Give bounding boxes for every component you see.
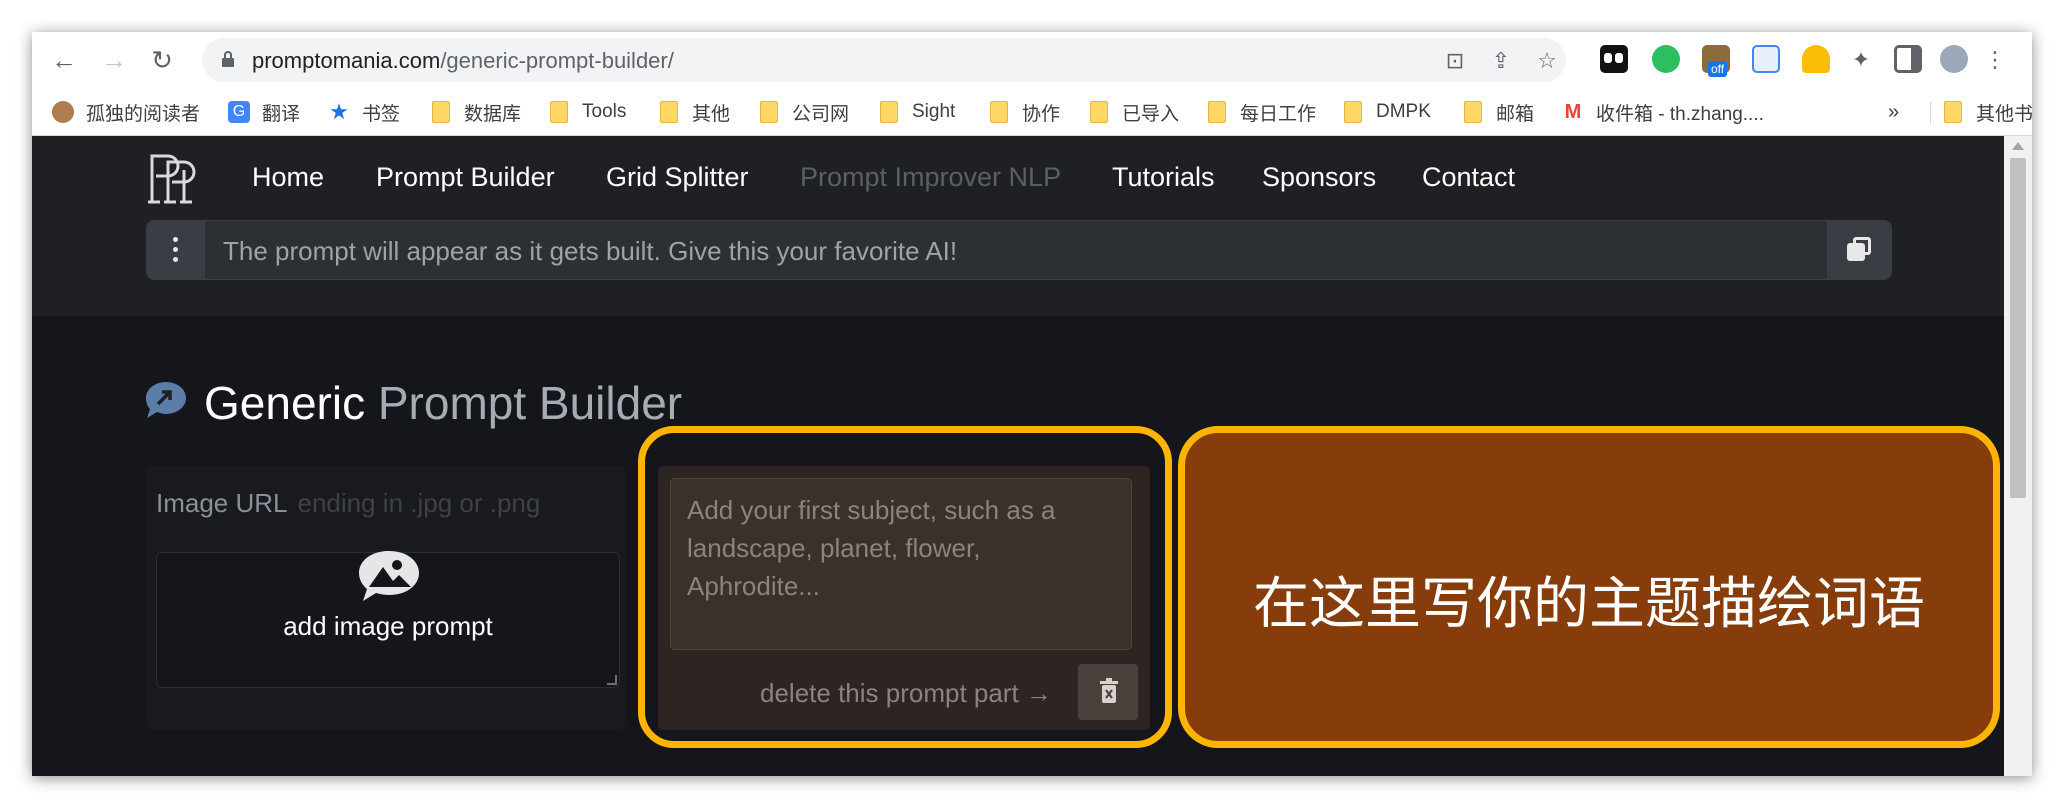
bookmark-label: 协作 [1022,103,1061,125]
reload-icon[interactable]: ↻ [144,42,180,78]
add-image-prompt-button[interactable]: add image prompt [156,551,620,688]
bookmark-label: 孤独的阅读者 [86,103,201,125]
image-url-label: Image URL ending in .jpg or .png [156,488,541,518]
page-scrollbar[interactable] [2004,136,2032,776]
page-content: Home Prompt Builder Grid Splitter Prompt… [32,136,2004,776]
bookmark-item[interactable]: M 收件箱 - th.zhang.... [1562,100,1764,125]
nav-sponsors[interactable]: Sponsors [1262,162,1376,193]
browser-toolbar: ← → ↻ promptomania.com/generic-prompt-bu… [32,32,2032,88]
nav-prompt-builder[interactable]: Prompt Builder [376,162,555,193]
extensions-puzzle-icon[interactable]: ✦ [1848,47,1874,73]
folder-icon [1344,101,1362,123]
bookmark-label: Sight [912,101,956,122]
folder-icon [1208,101,1226,123]
prompt-output-bar[interactable]: The prompt will appear as it gets built.… [146,220,1892,280]
forward-icon[interactable]: → [96,42,132,78]
bookmark-folder[interactable]: DMPK [1344,100,1431,124]
other-bookmarks-folder[interactable]: 其他书签 [1944,100,2032,125]
gmail-icon: M [1564,101,1582,123]
bookmark-folder[interactable]: 邮箱 [1464,100,1535,125]
annotation-callout: 在这里写你的主题描绘词语 [1178,426,2000,748]
page-title: Generic Prompt Builder [204,377,683,429]
bookmark-item[interactable]: 孤独的阅读者 [52,100,201,125]
docs-icon[interactable] [1752,45,1780,73]
nav-prompt-improver[interactable]: Prompt Improver NLP [800,162,1061,193]
evernote-icon[interactable] [1652,45,1680,73]
bookmark-label: 其他书签 [1976,103,2032,125]
bookmarks-bar: 孤独的阅读者 G 翻译 ★ 书签 数据库 Tools 其他 公司网 Sight 协作… [32,88,2032,136]
translate-icon: G [228,101,250,123]
folder-icon [1944,101,1962,123]
folder-icon [1090,101,1108,123]
bookmark-star-icon[interactable]: ☆ [1534,48,1560,74]
folder-icon [1464,101,1482,123]
profile-avatar[interactable] [1940,45,1968,73]
bookmark-label: 其他 [692,103,731,125]
nav-contact[interactable]: Contact [1422,162,1515,193]
folder-icon [760,101,778,123]
bookmark-label: Tools [582,101,627,122]
bookmark-folder[interactable]: Tools [550,100,626,124]
bookmark-folder[interactable]: 其他 [660,100,731,125]
bookmarks-separator [1930,102,1931,124]
bookmark-folder[interactable]: 每日工作 [1208,100,1317,125]
extension-icon-1[interactable] [1600,45,1628,73]
scroll-up-arrow-icon[interactable] [2012,142,2024,150]
bookmark-label: 每日工作 [1240,103,1317,125]
bookmark-item[interactable]: G 翻译 [228,100,301,125]
bookmark-folder[interactable]: 协作 [990,100,1061,125]
bookmark-folder[interactable]: 已导入 [1090,100,1180,125]
promptomania-logo[interactable] [146,148,204,208]
share-icon[interactable]: ⇪ [1488,48,1514,74]
bookmark-label: 邮箱 [1496,103,1535,125]
bookmarks-overflow-button[interactable]: » [1888,100,1899,124]
nav-grid-splitter[interactable]: Grid Splitter [606,162,749,193]
copy-icon[interactable] [1827,221,1891,279]
bookmark-label: DMPK [1376,101,1431,122]
bookmark-label: 书签 [362,103,401,125]
highlight-frame [638,426,1172,748]
prompt-options-button[interactable] [147,221,205,279]
bookmark-folder[interactable]: 公司网 [760,100,850,125]
scrollbar-thumb[interactable] [2010,158,2026,498]
folder-icon [432,101,450,123]
folder-icon [990,101,1008,123]
extension-off-icon[interactable]: off [1702,45,1730,77]
bookmark-label: 翻译 [262,103,301,125]
add-image-prompt-label: add image prompt [283,611,493,641]
translate-page-icon[interactable]: ⊡ [1442,48,1468,74]
image-prompt-card: Image URL ending in .jpg or .png add imag… [146,466,626,730]
browser-window: ← → ↻ promptomania.com/generic-prompt-bu… [32,32,2032,776]
bookmark-item[interactable]: ★ 书签 [328,99,401,125]
folder-icon [880,101,898,123]
speech-bubble-icon [146,382,186,418]
folder-icon [660,101,678,123]
resize-handle-icon[interactable] [607,675,617,685]
reader-avatar-icon [52,101,74,123]
bookmark-folder[interactable]: 数据库 [432,100,522,125]
bookmark-label: 公司网 [792,103,850,125]
lock-icon [222,51,234,67]
bookmark-folder[interactable]: Sight [880,100,955,124]
prompt-output-placeholder: The prompt will appear as it gets built.… [223,236,958,266]
nav-tutorials[interactable]: Tutorials [1112,162,1215,193]
url-text[interactable]: promptomania.com/generic-prompt-builder/ [252,48,674,74]
side-panel-icon[interactable] [1894,45,1922,73]
bookmark-label: 数据库 [464,103,522,125]
bookmark-label: 收件箱 - th.zhang.... [1596,103,1764,125]
annotation-text: 在这里写你的主题描绘词语 [1253,572,1925,635]
menu-dots-icon[interactable]: ⋮ [1982,47,2008,73]
back-icon[interactable]: ← [46,42,82,78]
folder-icon [550,101,568,123]
image-icon [359,551,419,601]
bookmark-label: 已导入 [1122,103,1180,125]
extension-badge: off [1708,61,1728,77]
address-bar[interactable]: promptomania.com/generic-prompt-builder/… [202,38,1566,82]
lab-extension-icon[interactable] [1802,45,1830,73]
star-icon: ★ [329,99,349,124]
nav-home[interactable]: Home [252,162,324,193]
